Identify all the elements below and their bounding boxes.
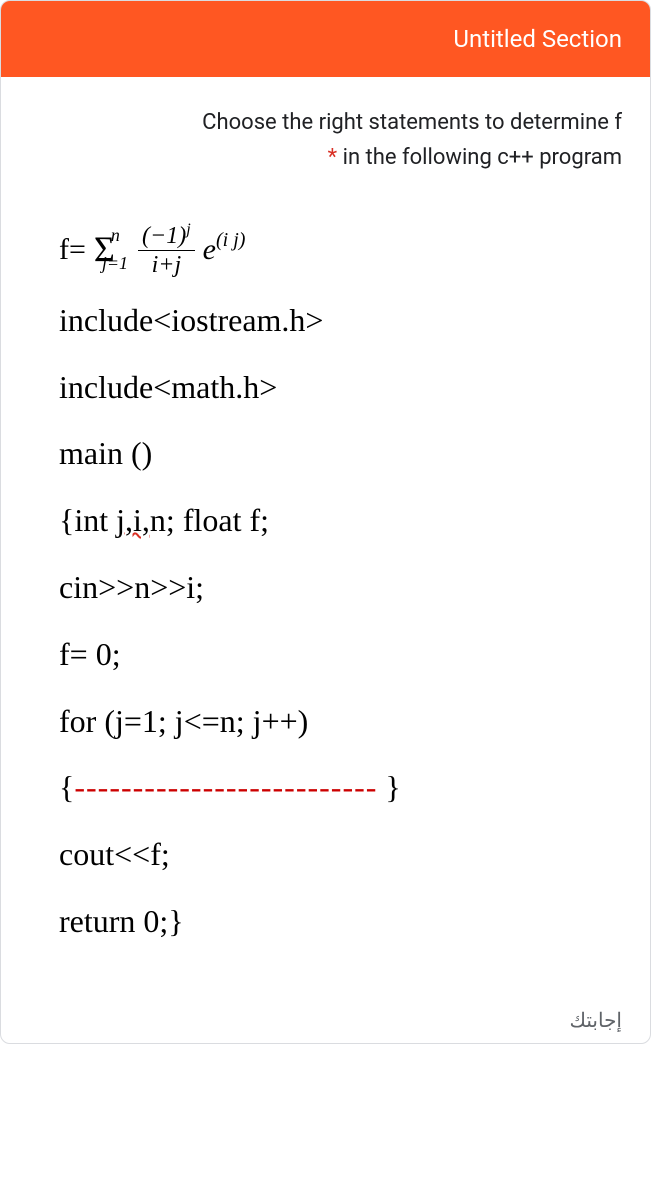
question-line-1: Choose the right statements to determine…: [202, 110, 622, 135]
fraction-numerator: (−1)j: [138, 222, 195, 251]
exp-base: e: [203, 221, 216, 278]
code-line-include-iostream: include<iostream.h>: [59, 290, 592, 351]
code-line-main: main (): [59, 423, 592, 484]
code-line-return: return 0;}: [59, 891, 592, 952]
question-body: f= Σ n j=1 (−1)j i+j e (i j) include<ios…: [29, 195, 622, 967]
question-line-2: in the following c++ program: [343, 145, 622, 170]
code-line-cout: cout<<f;: [59, 824, 592, 885]
code-line-for: for (j=1; j<=n; j++): [59, 691, 592, 752]
answer-label: إجابتك: [1, 988, 650, 1043]
question-prompt: Choose the right statements to determine…: [29, 105, 622, 175]
code-line-finit: f= 0;: [59, 624, 592, 685]
section-title: Untitled Section: [453, 25, 622, 53]
section-header: Untitled Section: [1, 1, 650, 77]
fraction-denominator: i+j: [152, 251, 182, 277]
code-line-cin: cin>>n>>i;: [59, 557, 592, 618]
question-content: Choose the right statements to determine…: [1, 77, 650, 988]
formula-lhs: f=: [59, 221, 86, 278]
code-line-blank: {-------------------------- }: [59, 757, 592, 818]
fraction: (−1)j i+j: [138, 222, 195, 277]
code-line-include-math: include<math.h>: [59, 357, 592, 418]
exp-superscript: (i j): [216, 221, 245, 259]
code-line-declarations: {int j,i,n; float f;: [59, 490, 592, 551]
question-card: Untitled Section Choose the right statem…: [0, 0, 651, 1044]
required-asterisk: *: [328, 145, 337, 170]
blank-dashes: --------------------------: [74, 769, 377, 805]
math-formula: f= Σ n j=1 (−1)j i+j e (i j): [59, 215, 592, 283]
sigma-lower: j=1: [102, 246, 128, 280]
